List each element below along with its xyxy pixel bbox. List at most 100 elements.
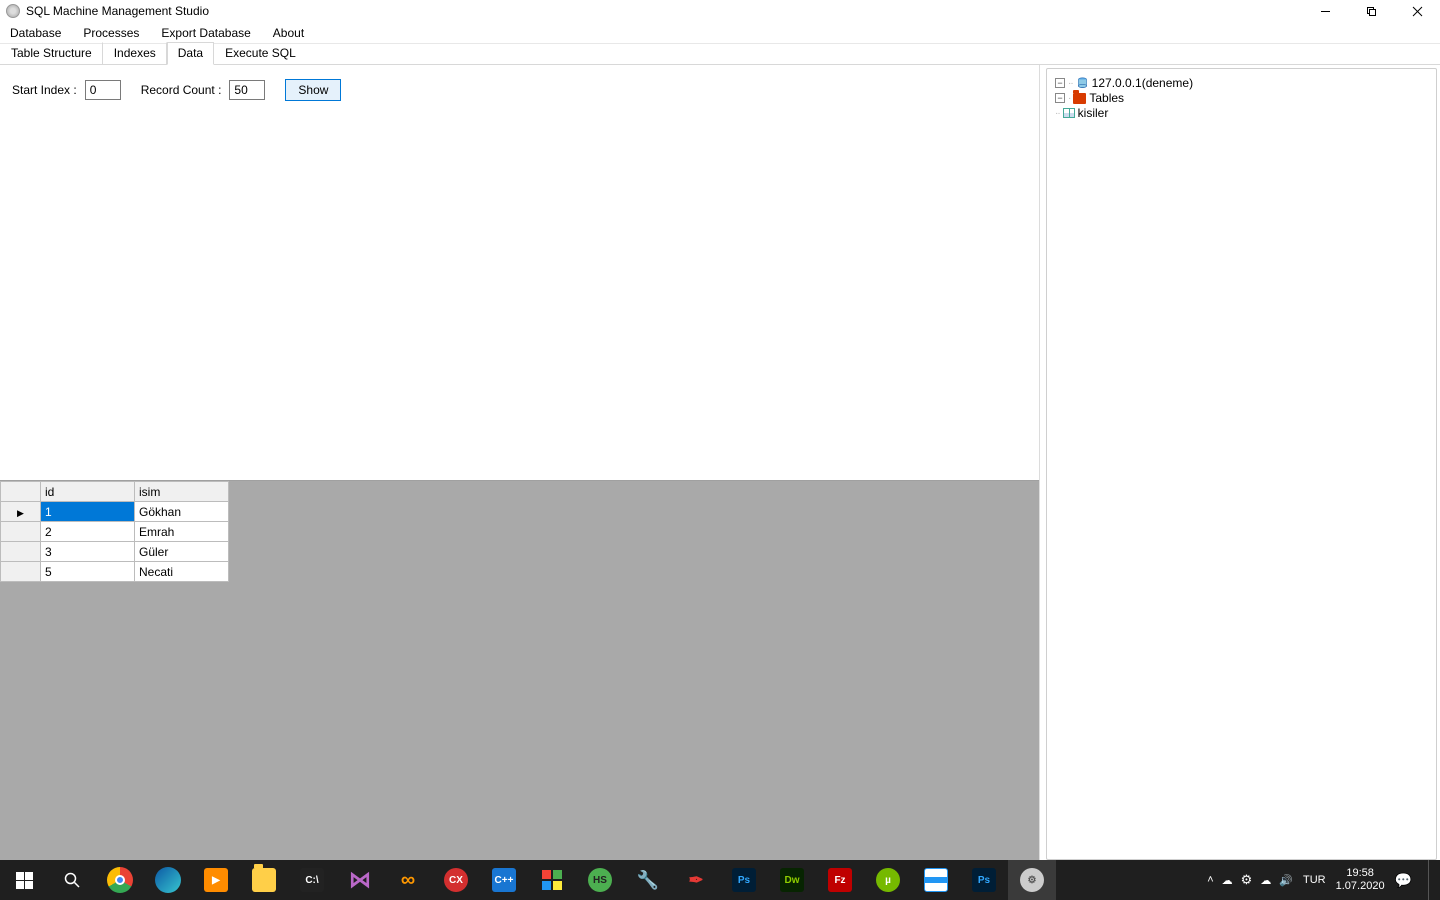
app-icon <box>6 4 20 18</box>
minus-icon[interactable]: − <box>1055 78 1065 88</box>
menu-export-database[interactable]: Export Database <box>161 26 250 40</box>
tree-tables-node[interactable]: − · Tables <box>1055 91 1428 105</box>
taskbar-visual-studio[interactable]: ⋈ <box>336 860 384 900</box>
language-indicator[interactable]: TUR <box>1303 874 1326 886</box>
taskbar-app-feather[interactable]: ✒ <box>672 860 720 900</box>
media-player-icon: ▶ <box>204 868 228 892</box>
taskbar-current-app[interactable]: ⚙ <box>1008 860 1056 900</box>
taskbar-photoshop[interactable]: Ps <box>720 860 768 900</box>
wrench-icon: 🔧 <box>635 867 661 893</box>
taskbar-app-hs[interactable]: HS <box>576 860 624 900</box>
taskbar-app-inf[interactable]: ∞ <box>384 860 432 900</box>
col-header-id[interactable]: id <box>41 482 135 502</box>
cell-isim[interactable]: Emrah <box>135 522 229 542</box>
cloud-icon[interactable]: ☁ <box>1222 874 1233 887</box>
gear-icon: ⚙ <box>1020 868 1044 892</box>
menubar: Database Processes Export Database About <box>0 22 1440 44</box>
tab-indexes[interactable]: Indexes <box>103 42 167 64</box>
menu-processes[interactable]: Processes <box>83 26 139 40</box>
volume-icon[interactable]: 🔊 <box>1279 874 1293 887</box>
photoshop-icon: Ps <box>732 868 756 892</box>
show-desktop-button[interactable] <box>1428 860 1434 900</box>
taskbar-dreamweaver[interactable]: Dw <box>768 860 816 900</box>
menu-database[interactable]: Database <box>10 26 61 40</box>
taskbar-app-window[interactable] <box>912 860 960 900</box>
taskbar-app-wrench[interactable]: 🔧 <box>624 860 672 900</box>
tree-line-icon: ·· <box>1055 108 1060 119</box>
taskbar-media-player[interactable]: ▶ <box>192 860 240 900</box>
clock[interactable]: 19:58 1.07.2020 <box>1336 867 1385 893</box>
table-row[interactable]: ▶ 1 Gökhan <box>1 502 229 522</box>
taskbar-photoshop-2[interactable]: Ps <box>960 860 1008 900</box>
col-header-isim[interactable]: isim <box>135 482 229 502</box>
taskbar-utorrent[interactable]: µ <box>864 860 912 900</box>
infinity-icon: ∞ <box>395 867 421 893</box>
search-icon <box>63 871 81 889</box>
action-center-icon[interactable]: 💬 <box>1395 872 1412 889</box>
cell-isim[interactable]: Güler <box>135 542 229 562</box>
chrome-icon <box>107 867 133 893</box>
start-button[interactable] <box>0 860 48 900</box>
cx-icon: CX <box>444 868 468 892</box>
tab-execute-sql[interactable]: Execute SQL <box>214 42 307 64</box>
taskbar-chrome[interactable] <box>96 860 144 900</box>
windows-icon <box>16 872 33 889</box>
clock-time: 19:58 <box>1336 867 1385 880</box>
table-row[interactable]: 3 Güler <box>1 542 229 562</box>
cell-isim[interactable]: Necati <box>135 562 229 582</box>
tree-table-leaf[interactable]: ·· kisiler <box>1055 106 1428 120</box>
menu-about[interactable]: About <box>273 26 304 40</box>
table-row[interactable]: 2 Emrah <box>1 522 229 542</box>
chevron-up-icon[interactable]: ˄ <box>1207 874 1213 886</box>
row-header <box>1 562 41 582</box>
data-grid[interactable]: id isim ▶ 1 Gökhan 2 Emrah <box>0 481 229 582</box>
record-count-input[interactable] <box>229 80 265 100</box>
start-index-input[interactable] <box>85 80 121 100</box>
row-header-corner[interactable] <box>1 482 41 502</box>
params-row: Start Index : Record Count : Show <box>0 65 1039 115</box>
table-row[interactable]: 5 Necati <box>1 562 229 582</box>
window-controls <box>1302 0 1440 22</box>
onedrive-icon[interactable]: ☁ <box>1260 874 1271 887</box>
taskbar-app-grid[interactable] <box>528 860 576 900</box>
object-explorer: − ·· 127.0.0.1(deneme) − · Tables <box>1046 68 1437 860</box>
taskbar-app-cpp[interactable]: C++ <box>480 860 528 900</box>
titlebar: SQL Machine Management Studio <box>0 0 1440 22</box>
taskbar-filezilla[interactable]: Fz <box>816 860 864 900</box>
feather-icon: ✒ <box>683 867 709 893</box>
search-button[interactable] <box>48 860 96 900</box>
filezilla-icon: Fz <box>828 868 852 892</box>
taskbar-right: ˄ ☁ ⚙ ☁ 🔊 TUR 19:58 1.07.2020 💬 <box>1207 860 1440 900</box>
window-icon <box>924 868 948 892</box>
taskbar-explorer[interactable] <box>240 860 288 900</box>
tab-table-structure[interactable]: Table Structure <box>0 42 103 64</box>
hs-icon: HS <box>588 868 612 892</box>
system-tray: ˄ ☁ ⚙ ☁ 🔊 <box>1207 872 1293 888</box>
start-index-label: Start Index : <box>12 83 77 97</box>
window-title: SQL Machine Management Studio <box>26 4 209 18</box>
tab-data[interactable]: Data <box>167 42 214 65</box>
cell-isim[interactable]: Gökhan <box>135 502 229 522</box>
tree-server-node[interactable]: − ·· 127.0.0.1(deneme) <box>1055 76 1428 90</box>
taskbar-terminal[interactable]: C:\ <box>288 860 336 900</box>
minus-icon[interactable]: − <box>1055 93 1065 103</box>
minimize-button[interactable] <box>1302 0 1348 22</box>
close-button[interactable] <box>1394 0 1440 22</box>
table-icon <box>1063 108 1075 118</box>
show-button[interactable]: Show <box>285 79 341 101</box>
dreamweaver-icon: Dw <box>780 868 804 892</box>
tree-table-label: kisiler <box>1078 106 1109 120</box>
cell-id[interactable]: 1 <box>41 502 135 522</box>
wifi-icon[interactable]: ⚙ <box>1241 872 1253 888</box>
maximize-button[interactable] <box>1348 0 1394 22</box>
taskbar-edge[interactable] <box>144 860 192 900</box>
photoshop-icon: Ps <box>972 868 996 892</box>
grid-area: id isim ▶ 1 Gökhan 2 Emrah <box>0 480 1039 860</box>
cell-id[interactable]: 3 <box>41 542 135 562</box>
clock-date: 1.07.2020 <box>1336 880 1385 893</box>
taskbar: ▶ C:\ ⋈ ∞ CX C++ HS 🔧 ✒ Ps Dw Fz µ Ps ⚙ … <box>0 860 1440 900</box>
taskbar-app-cx[interactable]: CX <box>432 860 480 900</box>
cell-id[interactable]: 5 <box>41 562 135 582</box>
tree: − ·· 127.0.0.1(deneme) − · Tables <box>1055 75 1428 123</box>
cell-id[interactable]: 2 <box>41 522 135 542</box>
